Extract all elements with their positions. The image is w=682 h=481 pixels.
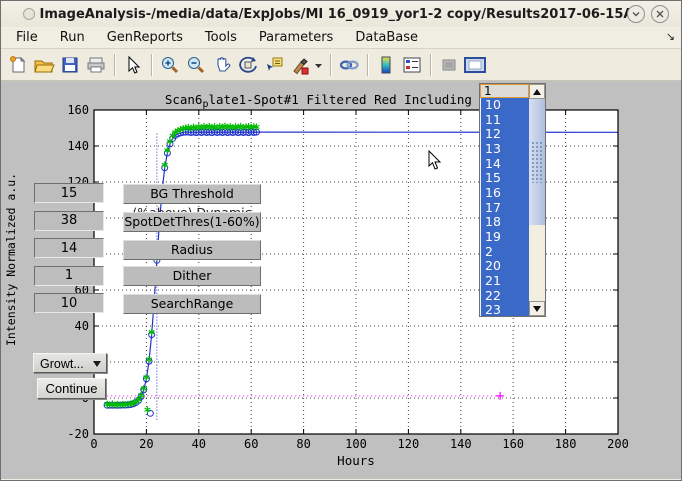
- colorbar-icon[interactable]: [373, 52, 399, 78]
- svg-text:120: 120: [398, 437, 420, 451]
- spot-number-option-14[interactable]: 14: [480, 157, 529, 172]
- menu-item-database[interactable]: DataBase: [344, 28, 429, 47]
- dropdown-scrollbar: [529, 84, 545, 316]
- svg-text:200: 200: [607, 437, 629, 451]
- zoom-in-icon[interactable]: [157, 52, 183, 78]
- svg-text:100: 100: [345, 437, 367, 451]
- menu-item-run[interactable]: Run: [49, 28, 96, 47]
- spot-number-option-23[interactable]: 23: [480, 303, 529, 316]
- param-button-searchrange[interactable]: SearchRange: [123, 294, 261, 314]
- spot-number-option-13[interactable]: 13: [480, 142, 529, 157]
- svg-text:140: 140: [450, 437, 472, 451]
- param-edit-searchrange[interactable]: [34, 293, 104, 313]
- continue-button[interactable]: Continue: [37, 378, 106, 399]
- plottools-show-icon[interactable]: [462, 52, 488, 78]
- toolbar-separator: [151, 54, 152, 76]
- svg-text:160: 160: [67, 103, 89, 117]
- growth-mode-dropdown[interactable]: Growt...: [33, 353, 107, 373]
- zoom-out-icon[interactable]: [183, 52, 209, 78]
- spot-number-option-11[interactable]: 11: [480, 113, 529, 128]
- toolbar: [1, 49, 681, 81]
- scroll-down-button[interactable]: [529, 301, 545, 316]
- pointer-icon[interactable]: [120, 52, 146, 78]
- param-edit-dither[interactable]: [34, 266, 104, 286]
- link-plots-icon[interactable]: [336, 52, 362, 78]
- svg-text:60: 60: [244, 437, 258, 451]
- scroll-up-button[interactable]: [529, 84, 545, 99]
- rotate-3d-icon[interactable]: [235, 52, 261, 78]
- toolbar-separator: [114, 54, 115, 76]
- svg-text:20: 20: [139, 437, 153, 451]
- open-file-icon[interactable]: [31, 52, 57, 78]
- window-title: ImageAnalysis-/media/data/ExpJobs/MI 16_…: [1, 7, 681, 22]
- param-button-dither[interactable]: Dither: [123, 266, 261, 286]
- menubar: FileRunGenReportsToolsParametersDataBase…: [1, 27, 681, 49]
- scrollbar-thumb[interactable]: [529, 99, 545, 225]
- param-edit-radius[interactable]: [34, 238, 104, 258]
- param-edit-spotdetthres-1-60-[interactable]: [34, 211, 104, 231]
- menu-item-parameters[interactable]: Parameters: [248, 28, 344, 47]
- spot-number-option-10[interactable]: 10: [480, 98, 529, 113]
- toolbar-separator: [330, 54, 331, 76]
- menu-overflow-icon[interactable]: ↘: [666, 30, 675, 43]
- close-icon: [655, 9, 665, 19]
- toolbar-separator: [430, 54, 431, 76]
- shade-window-button[interactable]: [627, 5, 645, 23]
- svg-text:40: 40: [192, 437, 206, 451]
- param-button-spotdetthres-1-60-[interactable]: SpotDetThres(1-60%): [123, 212, 261, 232]
- new-file-icon[interactable]: [5, 52, 31, 78]
- param-button-bg-threshold[interactable]: BG Threshold: [123, 184, 261, 204]
- data-cursor-icon[interactable]: [261, 52, 287, 78]
- menu-item-file[interactable]: File: [5, 28, 49, 47]
- spot-number-option-22[interactable]: 22: [480, 289, 529, 304]
- titlebar: ImageAnalysis-/media/data/ExpJobs/MI 16_…: [1, 1, 681, 27]
- spot-number-editor[interactable]: 1: [480, 84, 529, 98]
- spot-number-option-21[interactable]: 21: [480, 274, 529, 289]
- figure-area: 020406080100120140160180200-200204060801…: [1, 85, 682, 479]
- spot-number-option-15[interactable]: 15: [480, 171, 529, 186]
- chevron-down-icon: [631, 9, 641, 19]
- param-edit-bg-threshold[interactable]: [34, 183, 104, 203]
- svg-text:80: 80: [296, 437, 310, 451]
- save-icon[interactable]: [57, 52, 83, 78]
- svg-text:40: 40: [75, 319, 89, 333]
- plottools-hide-icon[interactable]: [436, 52, 462, 78]
- spot-number-option-2[interactable]: 2: [480, 245, 529, 260]
- brush-dropdown-icon[interactable]: [313, 52, 325, 78]
- svg-text:160: 160: [502, 437, 524, 451]
- pan-icon[interactable]: [209, 52, 235, 78]
- scrollbar-track[interactable]: [529, 225, 545, 301]
- close-window-button[interactable]: [651, 5, 669, 23]
- window-menu-icon[interactable]: [23, 8, 35, 20]
- app-window: ImageAnalysis-/media/data/ExpJobs/MI 16_…: [0, 0, 682, 481]
- spot-number-dropdown: 1 10111213141516171819220212223: [479, 83, 546, 317]
- svg-text:-20: -20: [67, 427, 89, 441]
- spot-number-option-12[interactable]: 12: [480, 127, 529, 142]
- spot-number-option-19[interactable]: 19: [480, 230, 529, 245]
- menu-item-tools[interactable]: Tools: [194, 28, 248, 47]
- spot-number-option-18[interactable]: 18: [480, 215, 529, 230]
- print-icon[interactable]: [83, 52, 109, 78]
- svg-text:180: 180: [555, 437, 577, 451]
- param-button-radius[interactable]: Radius: [123, 240, 261, 260]
- menu-item-genreports[interactable]: GenReports: [96, 28, 194, 47]
- svg-text:Intensity Normalized a.u.: Intensity Normalized a.u.: [4, 173, 18, 346]
- spot-number-option-16[interactable]: 16: [480, 186, 529, 201]
- spot-number-option-17[interactable]: 17: [480, 201, 529, 216]
- svg-text:Hours: Hours: [337, 453, 375, 468]
- svg-text:0: 0: [90, 437, 97, 451]
- brush-icon[interactable]: [287, 52, 313, 78]
- toolbar-separator: [367, 54, 368, 76]
- chevron-down-icon: [93, 361, 101, 367]
- spot-number-option-20[interactable]: 20: [480, 259, 529, 274]
- svg-text:140: 140: [67, 139, 89, 153]
- bg-threshold-sublabel: (%above) Dynamic: [123, 205, 261, 212]
- legend-icon[interactable]: [399, 52, 425, 78]
